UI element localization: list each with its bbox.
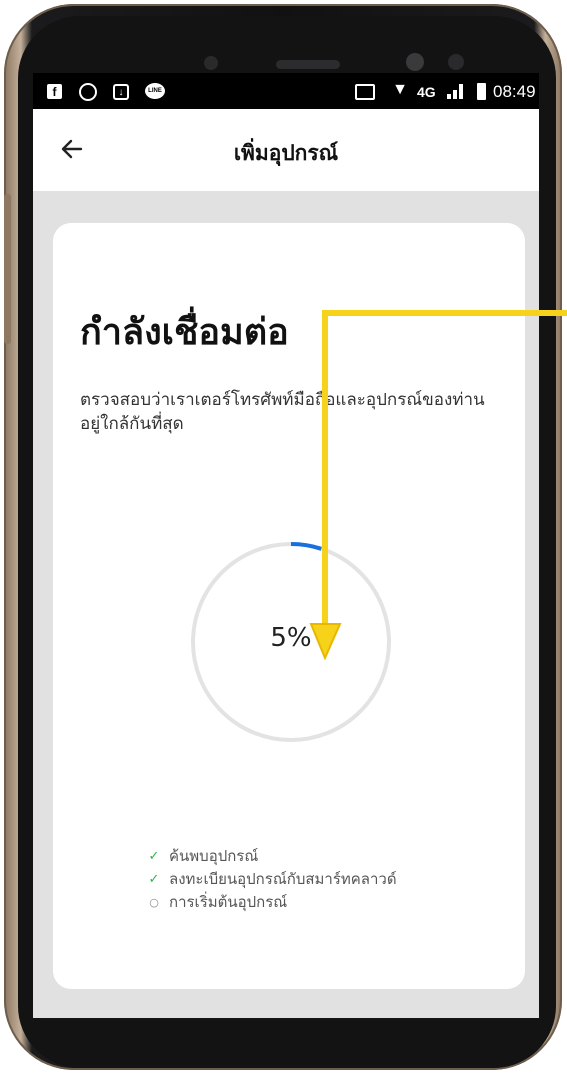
network-type: 4G bbox=[417, 84, 436, 100]
list-item: ○ การเริ่มต้นอุปกรณ์ bbox=[145, 891, 397, 914]
page-title: เพิ่มอุปกรณ์ bbox=[233, 141, 339, 165]
connection-card: กำลังเชื่อมต่อ ตรวจสอบว่าเราเตอร์โทรศัพท… bbox=[53, 223, 525, 989]
flash-icon bbox=[448, 54, 464, 70]
signal-icon bbox=[447, 84, 469, 99]
step-label: การเริ่มต้นอุปกรณ์ bbox=[169, 893, 288, 911]
device-screen: f ↓ LINE ▼ 4G 08:49 เพิ่มอุปกรณ์ กำลังเช… bbox=[33, 73, 539, 1018]
check-icon: ✓ bbox=[148, 849, 160, 864]
app-bar: เพิ่มอุปกรณ์ bbox=[33, 109, 539, 191]
battery-icon bbox=[477, 83, 486, 100]
list-item: ✓ ลงทะเบียนอุปกรณ์กับสมาร์ทคลาวด์ bbox=[145, 868, 397, 891]
earpiece-speaker bbox=[276, 60, 340, 69]
check-icon: ✓ bbox=[148, 872, 160, 887]
line-icon: LINE bbox=[145, 83, 165, 99]
cast-icon bbox=[355, 84, 375, 100]
list-item: ✓ ค้นพบอุปกรณ์ bbox=[145, 845, 397, 868]
card-description: ตรวจสอบว่าเราเตอร์โทรศัพท์มือถือและอุปกร… bbox=[80, 390, 485, 434]
side-button bbox=[4, 194, 11, 344]
bottom-bezel bbox=[33, 1018, 539, 1030]
facebook-icon: f bbox=[47, 84, 62, 99]
step-label: ค้นพบอุปกรณ์ bbox=[169, 847, 259, 865]
status-time: 08:49 bbox=[493, 82, 536, 101]
status-bar: f ↓ LINE ▼ 4G 08:49 bbox=[33, 73, 539, 109]
progress-percent: 5% bbox=[270, 623, 312, 653]
aperture-icon bbox=[79, 83, 97, 101]
wifi-icon: ▼ bbox=[392, 81, 408, 98]
sensor-icon bbox=[204, 56, 218, 70]
step-list: ✓ ค้นพบอุปกรณ์ ✓ ลงทะเบียนอุปกรณ์กับสมาร… bbox=[145, 845, 397, 914]
step-label: ลงทะเบียนอุปกรณ์กับสมาร์ทคลาวด์ bbox=[169, 870, 397, 888]
card-title: กำลังเชื่อมต่อ bbox=[80, 312, 289, 353]
download-icon: ↓ bbox=[113, 84, 129, 100]
front-camera-icon bbox=[406, 53, 424, 71]
circle-icon: ○ bbox=[149, 896, 159, 909]
